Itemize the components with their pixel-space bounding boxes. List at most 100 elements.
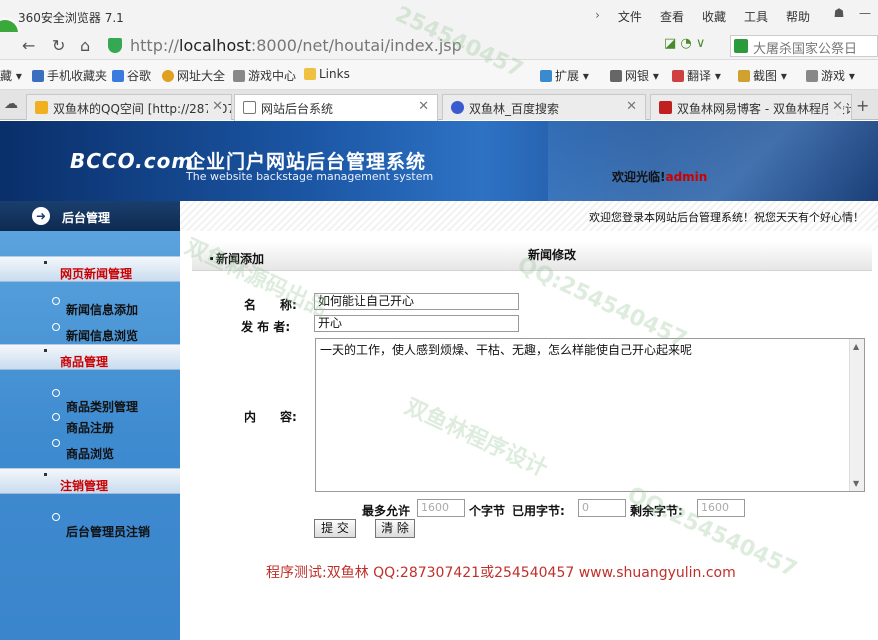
fav-sites[interactable]: 网址大全 [162, 67, 225, 84]
tool-extensions[interactable]: 扩展 ▾ [540, 67, 589, 84]
search-input[interactable]: 大屠杀国家公祭日 [730, 35, 878, 57]
folder-icon [304, 68, 316, 80]
sidebar-item-goods-browse[interactable]: 商品浏览 [66, 445, 114, 462]
sidebar-section-news[interactable]: 网页新闻管理 [0, 256, 180, 282]
sidebar-item-admin-logout[interactable]: 后台管理员注销 [66, 523, 150, 540]
site-logo: BCCO.com [70, 149, 194, 173]
sidebar-section-logout[interactable]: 注销管理 [0, 468, 180, 494]
sidebar-section-goods[interactable]: 商品管理 [0, 344, 180, 370]
sidebar-item-news-add[interactable]: 新闻信息添加 [66, 301, 138, 318]
translate-icon [672, 70, 684, 82]
clear-button[interactable]: 清 除 [375, 519, 415, 538]
content-textarea[interactable]: 一天的工作，使人感到烦燥、干枯、无趣，怎么样能使自己开心起来呢 ▲ ▼ [315, 338, 865, 492]
form-header-add: 新闻添加 [210, 250, 264, 267]
fav-collect[interactable]: 藏 ▾ [0, 67, 22, 84]
tab-blog[interactable]: 双鱼林网易博客 - 双鱼林程序设计 ✕ [650, 94, 852, 120]
favorites-bar: 藏 ▾ 手机收藏夹 谷歌 网址大全 游戏中心 Links 扩展 ▾ 网银 ▾ 翻… [0, 60, 878, 90]
grid-icon [540, 70, 552, 82]
fav-games[interactable]: 游戏中心 [233, 67, 296, 84]
close-icon[interactable]: ✕ [828, 99, 843, 114]
page-icon [243, 101, 256, 114]
paw-icon [451, 101, 464, 114]
bullet-icon [52, 413, 60, 421]
bullet-icon [52, 323, 60, 331]
window-controls: ☗ — [826, 4, 878, 22]
compat-mode-icon[interactable]: ◪ ◔ ∨ [664, 36, 705, 51]
main-content: 新闻添加 新闻修改 名 称: 如何能让自己开心 发 布 者: 开心 内 容: 一… [180, 231, 878, 640]
remaining-bytes-label: 剩余字节: [630, 504, 683, 518]
close-icon[interactable]: ✕ [626, 99, 637, 114]
bullet-icon [52, 389, 60, 397]
menu-file[interactable]: 文件 [618, 8, 642, 25]
browser-titlebar: 360安全浏览器 7.1 › 文件 查看 收藏 工具 帮助 ☗ — [0, 0, 878, 48]
address-bar: ← ↻ ⌂ http://localhost:8000/net/houtai/i… [0, 32, 878, 60]
cloud-icon[interactable]: ☁ [4, 96, 18, 112]
menu-help[interactable]: 帮助 [786, 8, 810, 25]
fav-links[interactable]: Links [304, 67, 350, 81]
fav-google[interactable]: 谷歌 [112, 67, 151, 84]
back-icon[interactable]: ← [22, 36, 35, 55]
fav-mobile[interactable]: 手机收藏夹 [32, 67, 107, 84]
arrow-right-icon: ➜ [32, 207, 50, 225]
admin-label: 后台管理 [62, 211, 111, 225]
url-input[interactable]: http://localhost:8000/net/houtai/index.j… [106, 35, 726, 57]
name-input[interactable]: 如何能让自己开心 [314, 293, 519, 310]
welcome-text: 欢迎光临!admin [612, 170, 708, 184]
menu-view[interactable]: 查看 [660, 8, 684, 25]
google-icon [112, 70, 124, 82]
tool-games[interactable]: 游戏 ▾ [806, 67, 855, 84]
used-bytes-field: 0 [578, 499, 626, 517]
browser-menu: › 文件 查看 收藏 工具 帮助 [595, 8, 810, 25]
minimize-icon[interactable]: — [852, 4, 878, 22]
tab-bar: ☁ 双鱼林的QQ空间 [http://287307421.qzone.qq.co… [0, 90, 878, 121]
tab-admin[interactable]: 网站后台系统 ✕ [234, 94, 438, 121]
textarea-scrollbar[interactable]: ▲ ▼ [849, 339, 864, 491]
shield-icon [108, 38, 122, 53]
netease-icon [659, 101, 672, 114]
close-icon[interactable]: ✕ [418, 99, 429, 114]
used-bytes-label: 已用字节: [512, 504, 565, 518]
gamepad-icon [806, 70, 818, 82]
content-label: 内 容: [244, 410, 297, 424]
sidebar-item-goods-category[interactable]: 商品类别管理 [66, 398, 138, 415]
tool-translate[interactable]: 翻译 ▾ [672, 67, 721, 84]
sidebar-item-goods-register[interactable]: 商品注册 [66, 419, 114, 436]
submit-button[interactable]: 提 交 [314, 519, 356, 538]
max-bytes-field: 1600 [417, 499, 465, 517]
publisher-label: 发 布 者: [241, 320, 291, 334]
bullet-icon [52, 297, 60, 305]
sidebar-item-news-browse[interactable]: 新闻信息浏览 [66, 327, 138, 344]
bullet-icon [52, 513, 60, 521]
menu-tools[interactable]: 工具 [744, 8, 768, 25]
sub-header: ➜ 后台管理 欢迎您登录本网站后台管理系统！祝您天天有个好心情！ [0, 201, 878, 231]
name-label: 名 称: [244, 298, 297, 312]
site-subtitle: The website backstage management system [186, 170, 434, 183]
search-engine-icon [734, 39, 748, 53]
tab-baidu[interactable]: 双鱼林_百度搜索 ✕ [442, 94, 646, 120]
new-tab-icon[interactable]: + [856, 96, 869, 115]
scroll-down-icon[interactable]: ▼ [853, 479, 859, 488]
menu-favorites[interactable]: 收藏 [702, 8, 726, 25]
close-icon[interactable]: ✕ [208, 99, 223, 114]
admin-label-box: ➜ 后台管理 [0, 201, 180, 231]
shield-small-icon [610, 70, 622, 82]
tab-qzone[interactable]: 双鱼林的QQ空间 [http://287307421.qzone.qq.com]… [26, 94, 232, 120]
publisher-input[interactable]: 开心 [314, 315, 519, 332]
gamepad-icon [233, 70, 245, 82]
scroll-up-icon[interactable]: ▲ [853, 342, 859, 351]
globe-icon [162, 70, 174, 82]
tool-bank[interactable]: 网银 ▾ [610, 67, 659, 84]
refresh-icon[interactable]: ↻ [52, 36, 65, 55]
max-bytes-label: 最多允许 [362, 504, 411, 518]
tool-screenshot[interactable]: 截图 ▾ [738, 67, 787, 84]
skin-icon[interactable]: ☗ [826, 4, 852, 22]
bytes-unit-label: 个字节 [469, 504, 506, 518]
site-banner: BCCO.com 企业门户网站后台管理系统 The website backst… [0, 121, 878, 201]
home-icon[interactable]: ⌂ [80, 36, 90, 55]
username: admin [665, 170, 708, 184]
credit-text: 程序测试:双鱼林 QQ:287307421或254540457 www.shua… [266, 565, 736, 581]
star-icon [35, 101, 48, 114]
browser-title: 360安全浏览器 7.1 [18, 11, 124, 25]
chevron-right-icon[interactable]: › [595, 8, 600, 25]
banner-decoration [548, 121, 878, 201]
